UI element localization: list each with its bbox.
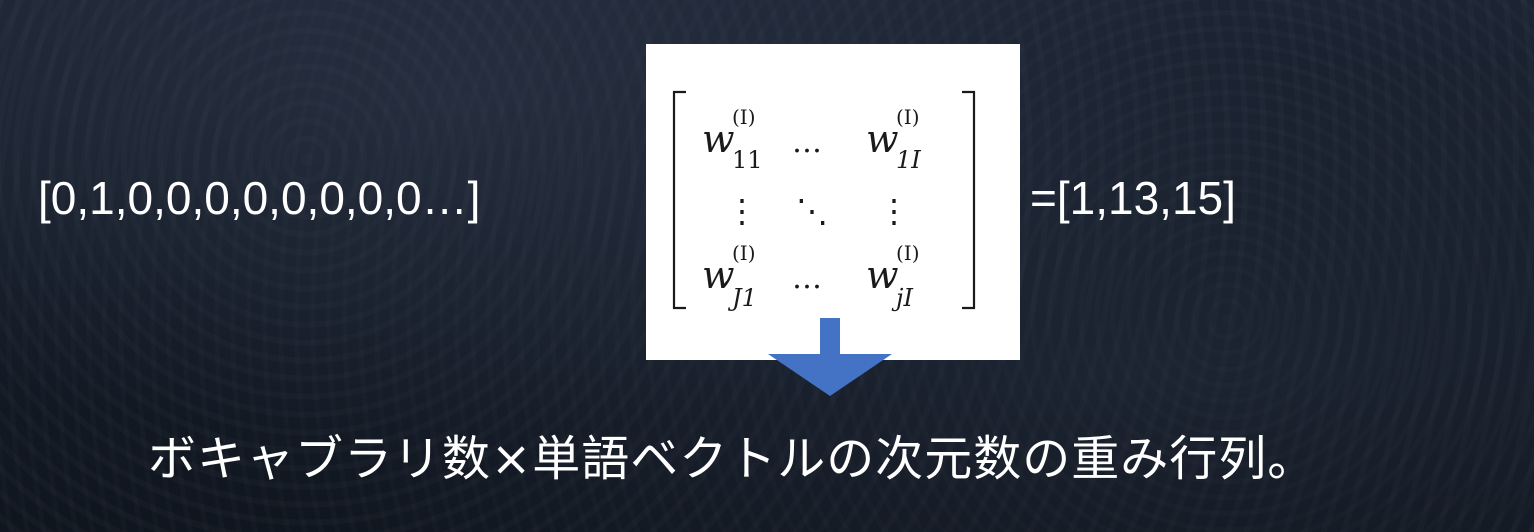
- top-hdots: …: [792, 125, 822, 160]
- left-vdots: ⋮: [726, 192, 758, 230]
- entry-bottom-right: w: [866, 253, 899, 297]
- caption: ボキャブラリ数×単語ベクトルの次元数の重み行列。: [148, 431, 1317, 487]
- bottom-hdots: …: [792, 261, 822, 296]
- entry-bottom-left-superscript: (I): [732, 241, 756, 265]
- entry-top-left-superscript: (I): [732, 105, 756, 129]
- right-vdots: ⋮: [878, 192, 910, 230]
- entry-top-left-subscript: 11: [732, 146, 763, 174]
- center-ddots: ⋱: [796, 192, 828, 230]
- entry-top-left: w: [702, 117, 735, 161]
- right-bracket: [962, 90, 976, 310]
- weight-matrix: w (I) 11 … w (I) 1I ⋮ ⋱ ⋮ w (I) J1 … w (…: [672, 90, 976, 312]
- left-bracket: [672, 90, 686, 310]
- result-vector: =[1,13,15]: [1030, 172, 1236, 224]
- entry-top-right: w: [866, 117, 899, 161]
- entry-top-right-superscript: (I): [896, 105, 920, 129]
- entry-top-right-subscript: 1I: [896, 146, 921, 174]
- entry-bottom-right-superscript: (I): [896, 241, 920, 265]
- entry-bottom-left: w: [702, 253, 735, 297]
- input-vector: [0,1,0,0,0,0,0,0,0,0…]: [38, 172, 481, 224]
- weight-matrix-card: w (I) 11 … w (I) 1I ⋮ ⋱ ⋮ w (I) J1 … w (…: [646, 44, 1020, 360]
- down-arrow-icon: [768, 318, 892, 396]
- slide: [0,1,0,0,0,0,0,0,0,0…] w (I) 11 … w (I) …: [0, 0, 1534, 532]
- entry-bottom-left-subscript: J1: [727, 284, 757, 312]
